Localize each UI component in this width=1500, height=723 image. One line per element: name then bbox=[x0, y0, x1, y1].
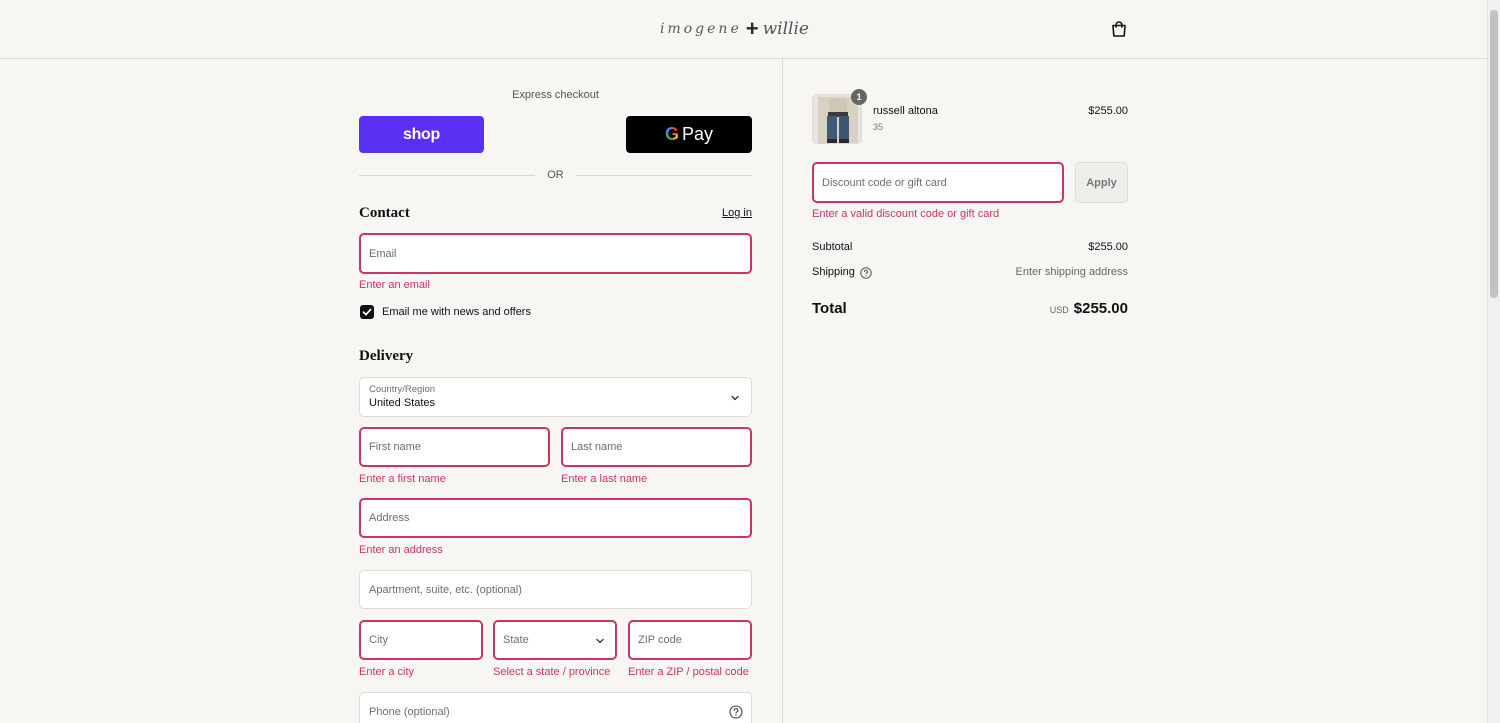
address-error: Enter an address bbox=[359, 544, 443, 556]
shop-pay-label: shop bbox=[402, 125, 441, 143]
state-error: Select a state / province bbox=[493, 666, 611, 678]
newsletter-checkbox[interactable] bbox=[360, 305, 374, 319]
apartment-input[interactable] bbox=[369, 571, 751, 608]
apartment-field[interactable] bbox=[359, 570, 752, 609]
logo-script: willie bbox=[762, 19, 809, 39]
total-amount: $255.00 bbox=[1073, 300, 1128, 317]
city-error: Enter a city bbox=[359, 666, 415, 678]
help-circle-icon[interactable] bbox=[729, 705, 743, 719]
or-line-right bbox=[575, 174, 752, 176]
newsletter-option[interactable]: Email me with news and offers bbox=[360, 305, 531, 319]
checkmark-icon bbox=[362, 308, 372, 316]
city-field[interactable] bbox=[359, 620, 483, 660]
zip-input[interactable] bbox=[638, 622, 750, 658]
first-name-error: Enter a first name bbox=[359, 473, 446, 485]
or-divider: OR bbox=[359, 168, 752, 182]
delivery-title: Delivery bbox=[359, 348, 414, 364]
zip-field[interactable] bbox=[628, 620, 752, 660]
shop-pay-button[interactable]: shop bbox=[359, 116, 484, 153]
login-link[interactable]: Log in bbox=[690, 207, 752, 219]
last-name-input[interactable] bbox=[571, 429, 750, 465]
product-name: russell altona bbox=[873, 105, 938, 117]
address-field[interactable] bbox=[359, 498, 752, 538]
shipping-label: Shipping bbox=[812, 266, 855, 278]
first-name-field[interactable] bbox=[359, 427, 550, 467]
total-currency: USD bbox=[1049, 305, 1069, 315]
logo-word: imogene bbox=[660, 21, 742, 37]
discount-field[interactable] bbox=[812, 162, 1064, 203]
express-checkout-label: Express checkout bbox=[512, 89, 599, 101]
first-name-input[interactable] bbox=[369, 429, 548, 465]
shipping-value: Enter shipping address bbox=[1015, 266, 1128, 278]
total-value: USD $255.00 bbox=[928, 300, 1128, 317]
brand-logo[interactable]: imogene + willie bbox=[660, 14, 809, 44]
checkout-header: imogene + willie bbox=[0, 0, 1487, 59]
page-scrollbar[interactable] bbox=[1487, 0, 1500, 723]
product-price: $255.00 bbox=[1088, 105, 1128, 117]
google-pay-label: Pay bbox=[681, 124, 714, 144]
apply-discount-button[interactable]: Apply bbox=[1075, 162, 1128, 203]
google-pay-button[interactable]: G Pay bbox=[626, 116, 752, 153]
email-input[interactable] bbox=[369, 235, 750, 272]
product-variant: 35 bbox=[873, 122, 884, 132]
state-placeholder: State bbox=[503, 634, 529, 646]
discount-input[interactable] bbox=[822, 164, 1062, 201]
logo-plus: + bbox=[745, 16, 759, 41]
city-input[interactable] bbox=[369, 622, 481, 658]
scrollbar-thumb[interactable] bbox=[1490, 10, 1498, 298]
email-error: Enter an email bbox=[359, 279, 430, 291]
total-label: Total bbox=[812, 300, 847, 317]
help-circle-icon[interactable] bbox=[860, 267, 872, 279]
or-line-left bbox=[359, 174, 536, 176]
address-input[interactable] bbox=[369, 500, 750, 536]
google-g-icon: G bbox=[664, 124, 679, 144]
chevron-down-icon bbox=[596, 638, 604, 644]
or-text: OR bbox=[547, 169, 564, 181]
country-label: Country/Region bbox=[369, 384, 436, 395]
country-select[interactable]: Country/Region United States bbox=[359, 377, 752, 417]
country-value: United States bbox=[369, 397, 436, 409]
discount-error: Enter a valid discount code or gift card bbox=[812, 208, 1000, 220]
subtotal-label: Subtotal bbox=[812, 241, 853, 253]
zip-error: Enter a ZIP / postal code bbox=[628, 666, 749, 678]
phone-input[interactable] bbox=[369, 693, 751, 723]
contact-title: Contact bbox=[359, 205, 410, 221]
newsletter-label: Email me with news and offers bbox=[382, 306, 531, 318]
last-name-error: Enter a last name bbox=[561, 473, 648, 485]
phone-field[interactable] bbox=[359, 692, 752, 723]
last-name-field[interactable] bbox=[561, 427, 752, 467]
state-select[interactable]: State bbox=[493, 620, 617, 660]
quantity-badge: 1 bbox=[851, 89, 867, 105]
chevron-down-icon bbox=[731, 395, 739, 401]
email-field[interactable] bbox=[359, 233, 752, 274]
shopping-bag-icon[interactable] bbox=[1110, 20, 1128, 38]
subtotal-value: $255.00 bbox=[1088, 241, 1128, 253]
column-divider bbox=[782, 59, 783, 723]
